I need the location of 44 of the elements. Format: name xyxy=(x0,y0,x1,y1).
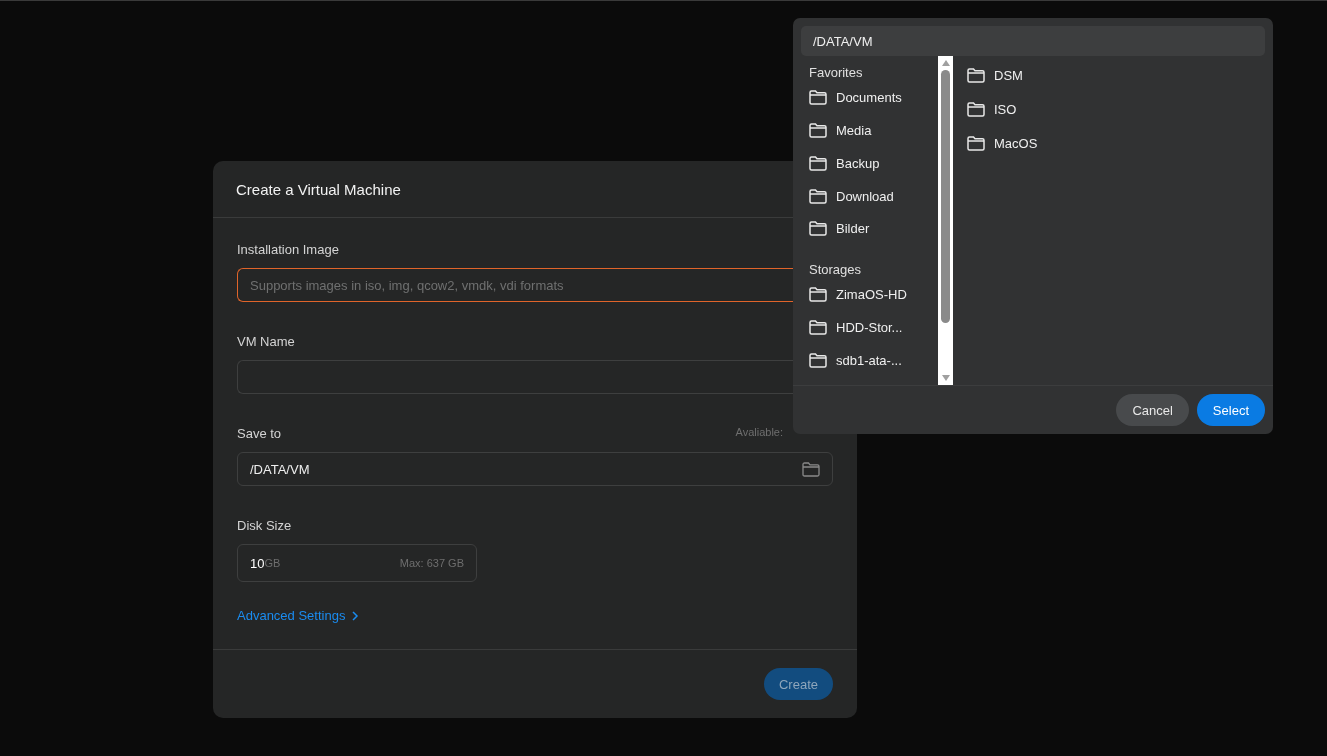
scrollbar[interactable] xyxy=(938,56,953,385)
folder-icon xyxy=(967,67,985,83)
folder-icon[interactable] xyxy=(802,461,820,477)
dialog-title: Create a Virtual Machine xyxy=(236,180,401,198)
installation-image-field[interactable]: Supports images in iso, img, qcow2, vmdk, vdi formats xyxy=(237,268,793,302)
field-label: VM Name xyxy=(237,334,295,349)
sidebar-item[interactable]: Documents xyxy=(809,81,938,114)
sidebar-item[interactable]: Download xyxy=(809,179,938,213)
folder-icon xyxy=(809,221,827,237)
available-space-text: Avaliable: xyxy=(735,426,783,440)
folder-icon xyxy=(809,89,827,105)
scroll-down-arrow-icon[interactable] xyxy=(940,374,951,382)
cancel-button[interactable]: Cancel xyxy=(1116,394,1189,426)
field-label: Installation Image xyxy=(237,242,339,257)
field-label: Save to xyxy=(237,426,282,441)
field-label: Disk Size xyxy=(237,518,292,533)
folder-item[interactable]: DSM xyxy=(967,58,1273,92)
path-bar[interactable]: /DATA/VM xyxy=(801,26,1265,56)
folder-icon xyxy=(967,101,985,117)
section-heading: Favorites xyxy=(809,65,864,80)
sidebar-item[interactable]: sdb1-ata-... xyxy=(809,344,938,377)
select-button[interactable]: Select xyxy=(1196,394,1265,426)
vm-name-field[interactable] xyxy=(237,360,793,394)
save-path-field[interactable]: /DATA/VM xyxy=(237,452,833,486)
disk-size-field[interactable]: 10GB Max: 637 GB xyxy=(237,544,477,582)
folder-icon xyxy=(809,320,827,336)
chevron-right-icon xyxy=(351,610,360,621)
section-heading: Storages xyxy=(809,262,863,278)
advanced-settings-link[interactable]: Advanced Settings xyxy=(237,608,360,623)
scroll-up-arrow-icon[interactable] xyxy=(940,59,951,67)
sidebar-item[interactable]: HDD-Stor... xyxy=(809,311,938,345)
sidebar-item[interactable]: Media xyxy=(809,113,938,147)
folder-icon xyxy=(809,287,827,303)
sidebar-item[interactable]: Bilder xyxy=(809,212,938,246)
create-button[interactable]: Create xyxy=(763,668,833,700)
folder-icon xyxy=(809,122,827,138)
sidebar-item[interactable]: Backup xyxy=(809,146,938,180)
folder-icon xyxy=(809,188,827,204)
folder-item[interactable]: MacOS xyxy=(967,126,1273,160)
folder-icon xyxy=(967,135,985,151)
sidebar-item[interactable]: ZimaOS-HD xyxy=(809,278,938,312)
folder-icon xyxy=(809,155,827,171)
folder-item[interactable]: ISO xyxy=(967,92,1273,126)
folder-icon xyxy=(809,353,827,369)
